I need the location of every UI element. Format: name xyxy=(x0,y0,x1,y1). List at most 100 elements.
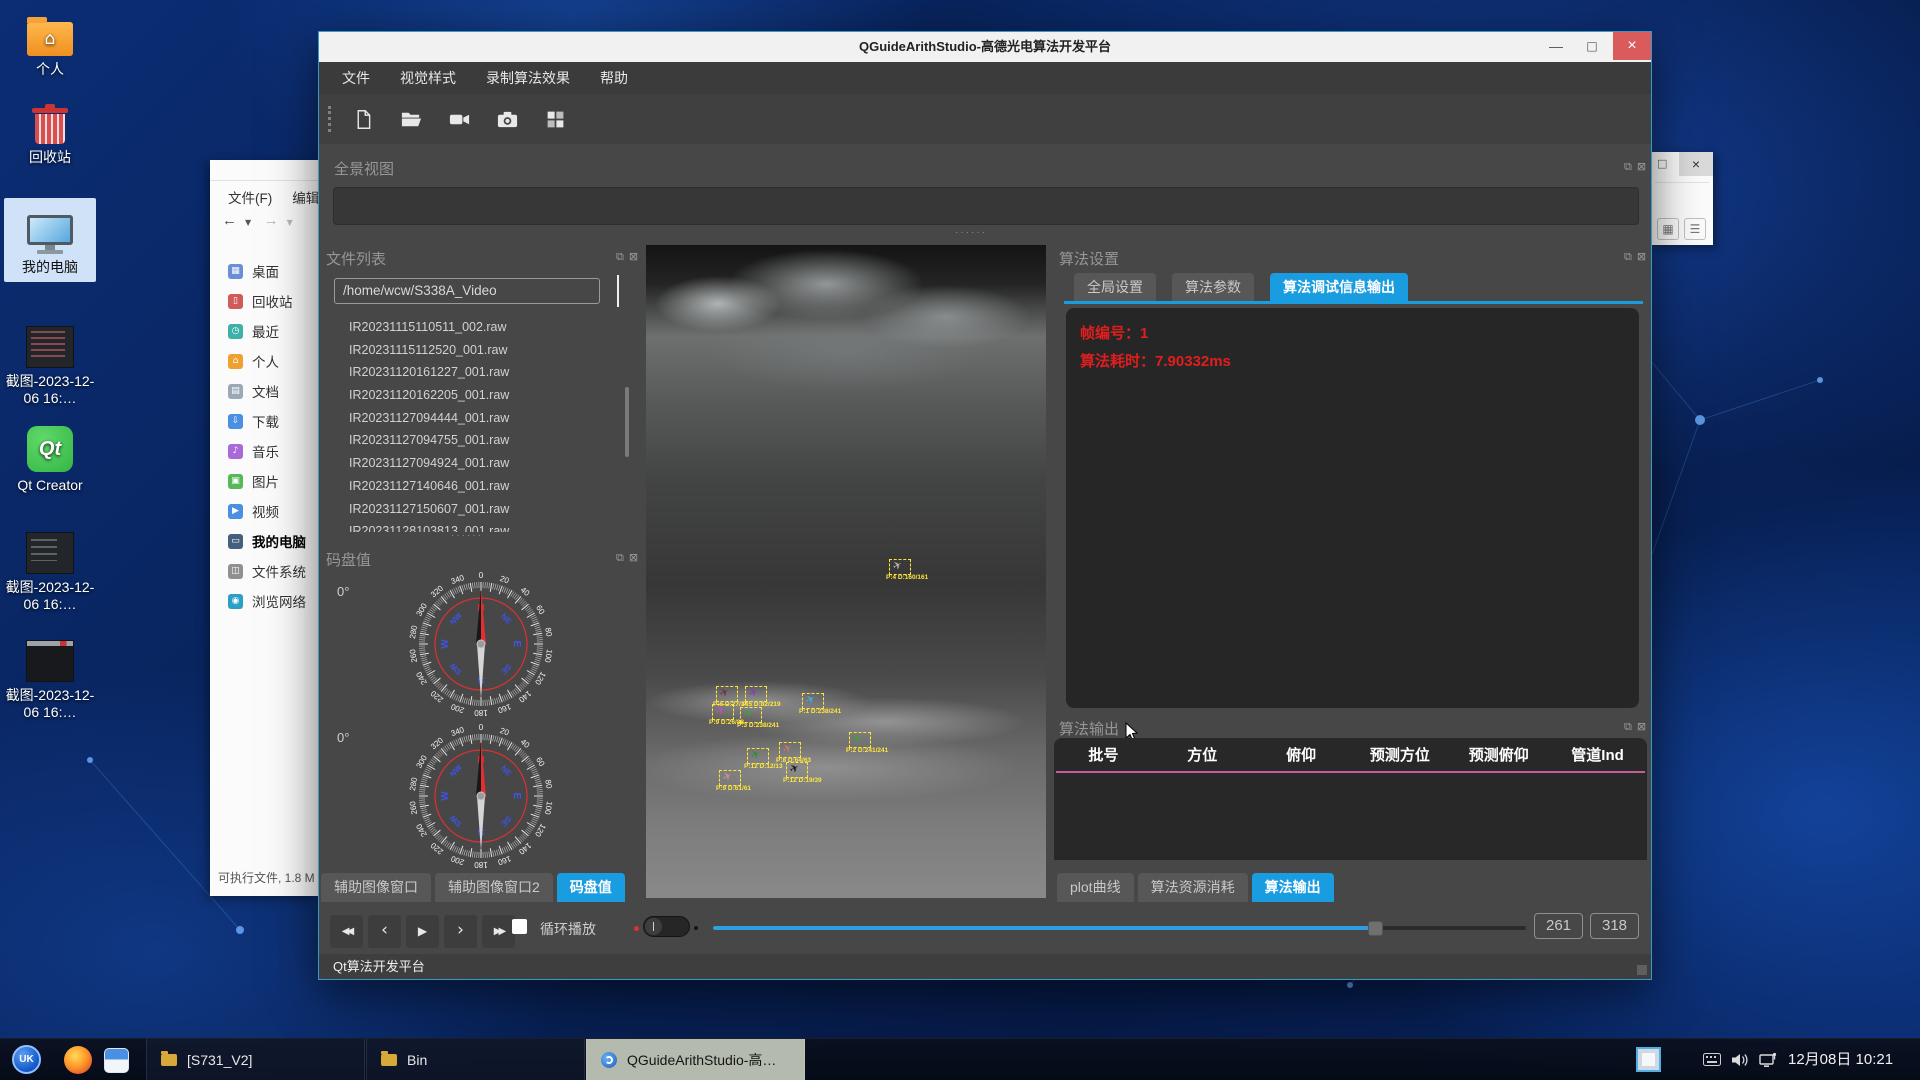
window-titlebar[interactable]: QGuideArithStudio-高德光电算法开发平台 — □ × xyxy=(319,32,1651,62)
path-input[interactable]: /home/wcw/S338A_Video xyxy=(334,278,600,304)
algo-settings-tab-1[interactable]: 算法参数 xyxy=(1172,273,1254,302)
aux-tab-0[interactable]: 辅助图像窗口 xyxy=(321,873,431,902)
file-row[interactable]: IR20231127094755_001.raw xyxy=(349,429,621,452)
next-frame-button[interactable]: › xyxy=(444,915,477,948)
input-method-tray-icon[interactable] xyxy=(1636,1047,1661,1072)
close-panel-icon[interactable]: ⊠ xyxy=(1637,720,1646,733)
close-panel-icon[interactable]: ⊠ xyxy=(1637,160,1646,173)
taskbar-clock[interactable]: 12月08日 10:21 xyxy=(1788,1039,1893,1080)
resize-grip[interactable] xyxy=(1637,965,1647,975)
toolbar-grip[interactable] xyxy=(328,106,331,132)
fm-sidebar-item-10[interactable]: ◫文件系统 xyxy=(210,556,318,586)
fm-sidebar-item-5[interactable]: ⇩下载 xyxy=(210,406,318,436)
close-panel-icon[interactable]: ⊠ xyxy=(629,551,638,564)
output-tab-1[interactable]: 算法资源消耗 xyxy=(1138,873,1248,902)
file-row[interactable]: IR20231120162205_001.raw xyxy=(349,384,621,407)
rewind-button[interactable]: ◀◀ xyxy=(330,915,363,948)
close-icon[interactable]: × xyxy=(1679,152,1713,176)
toggle-knob[interactable] xyxy=(645,918,662,935)
fm-sidebar-item-9[interactable]: ▭我的电脑 xyxy=(210,526,318,556)
close-button[interactable]: × xyxy=(1613,32,1651,60)
play-button[interactable]: ▶ xyxy=(406,915,439,948)
desktop-icon-1[interactable]: 回收站 xyxy=(4,96,96,166)
float-panel-icon[interactable]: ⧉ xyxy=(1624,250,1632,263)
fm-sidebar-item-7[interactable]: ▣图片 xyxy=(210,466,318,496)
total-frame-box[interactable]: 318 xyxy=(1590,913,1639,939)
speed-toggle[interactable] xyxy=(643,916,690,937)
fm-sidebar-item-0[interactable]: ▦桌面 xyxy=(210,256,318,286)
desktop-icon-0[interactable]: ⌂个人 xyxy=(4,8,96,78)
algo-settings-panel-controls[interactable]: ⧉⊠ xyxy=(1619,250,1646,264)
keyboard-tray-icon[interactable] xyxy=(1703,1053,1721,1066)
desktop-icon-3[interactable]: 截图-2023-12-06 16:… xyxy=(4,320,96,407)
file-row[interactable]: IR20231128103813_001.raw xyxy=(349,520,621,532)
minimize-button[interactable]: — xyxy=(1539,32,1573,60)
file-row[interactable]: IR20231127140646_001.raw xyxy=(349,475,621,498)
fm-menu-item-1[interactable]: 编辑 xyxy=(292,191,319,206)
firefox-icon[interactable] xyxy=(64,1046,92,1074)
open-folder-icon[interactable] xyxy=(393,101,429,137)
fm-sidebar-item-6[interactable]: ♪音乐 xyxy=(210,436,318,466)
file-row[interactable]: IR20231127150607_001.raw xyxy=(349,498,621,521)
fm-sidebar-item-8[interactable]: ▶视频 xyxy=(210,496,318,526)
file-list-panel-controls[interactable]: ⧉⊠ xyxy=(611,250,638,264)
loop-checkbox[interactable] xyxy=(512,919,527,934)
grid-view-icon[interactable] xyxy=(537,101,573,137)
grid-view-icon[interactable]: ▦ xyxy=(1657,218,1679,240)
fm-menu-item-0[interactable]: 文件(F) xyxy=(228,191,272,206)
close-panel-icon[interactable]: ⊠ xyxy=(629,250,638,263)
list-view-icon[interactable]: ☰ xyxy=(1684,218,1706,240)
fm-sidebar-item-2[interactable]: ◷最近 xyxy=(210,316,318,346)
file-list-scrollbar[interactable] xyxy=(625,387,629,457)
back-dropdown-icon[interactable]: ▼ xyxy=(245,218,251,227)
screenshot-camera-icon[interactable] xyxy=(489,101,525,137)
seek-slider[interactable] xyxy=(713,926,1526,930)
aux-tab-1[interactable]: 辅助图像窗口2 xyxy=(435,873,553,902)
float-panel-icon[interactable]: ⧉ xyxy=(616,250,624,263)
float-panel-icon[interactable]: ⧉ xyxy=(1624,720,1632,733)
menu-item-0[interactable]: 文件 xyxy=(327,62,385,94)
menu-item-2[interactable]: 录制算法效果 xyxy=(471,62,585,94)
desktop-icon-4[interactable]: QtQt Creator xyxy=(4,424,96,494)
current-frame-box[interactable]: 261 xyxy=(1534,913,1583,939)
algo-settings-tab-2[interactable]: 算法调试信息输出 xyxy=(1270,273,1408,302)
record-video-icon[interactable] xyxy=(441,101,477,137)
file-row[interactable]: IR20231127094444_001.raw xyxy=(349,407,621,430)
back-icon[interactable]: ← xyxy=(222,212,237,229)
float-panel-icon[interactable]: ⧉ xyxy=(616,551,624,564)
network-tray-icon[interactable] xyxy=(1759,1052,1778,1068)
forward-icon[interactable]: → xyxy=(264,212,279,229)
aux-tab-2[interactable]: 码盘值 xyxy=(557,873,625,902)
file-manager-icon[interactable] xyxy=(104,1048,129,1073)
menu-item-1[interactable]: 视觉样式 xyxy=(385,62,471,94)
taskbar-window-0[interactable]: [S731_V2] xyxy=(146,1039,365,1080)
launcher-menu-icon[interactable]: UK xyxy=(12,1045,41,1074)
new-file-icon[interactable] xyxy=(345,101,381,137)
algo-output-panel-controls[interactable]: ⧉⊠ xyxy=(1619,720,1646,734)
fast-forward-button[interactable]: ▶▶ xyxy=(482,915,515,948)
dial-panel-controls[interactable]: ⧉⊠ xyxy=(611,551,638,565)
forward-dropdown-icon[interactable]: ▼ xyxy=(287,218,293,227)
file-row[interactable]: IR20231115112520_001.raw xyxy=(349,339,621,362)
output-tab-2[interactable]: 算法输出 xyxy=(1252,873,1334,902)
output-tab-0[interactable]: plot曲线 xyxy=(1057,873,1134,902)
menu-item-3[interactable]: 帮助 xyxy=(585,62,643,94)
file-row[interactable]: IR20231120161227_001.raw xyxy=(349,361,621,384)
close-panel-icon[interactable]: ⊠ xyxy=(1637,250,1646,263)
dock-splitter[interactable] xyxy=(617,275,619,307)
slider-handle[interactable] xyxy=(1368,921,1383,936)
algo-settings-tab-0[interactable]: 全局设置 xyxy=(1074,273,1156,302)
file-row[interactable]: IR20231115110511_002.raw xyxy=(349,316,621,339)
video-frame[interactable]: ✈P:4 D:160/161✈P:6 D:27/34✈P:5 D:82/219✈… xyxy=(646,245,1046,898)
fm-sidebar-item-11[interactable]: ◉浏览网络 xyxy=(210,586,318,616)
desktop-icon-2[interactable]: 我的电脑 xyxy=(4,198,96,282)
panorama-panel-controls[interactable]: ⧉⊠ xyxy=(1619,160,1646,174)
prev-frame-button[interactable]: ‹ xyxy=(368,915,401,948)
desktop-icon-6[interactable]: 截图-2023-12-06 16:… xyxy=(4,634,96,721)
fm-sidebar-item-1[interactable]: ▯回收站 xyxy=(210,286,318,316)
file-row[interactable]: IR20231127094924_001.raw xyxy=(349,452,621,475)
fm-sidebar-item-3[interactable]: ⌂个人 xyxy=(210,346,318,376)
volume-tray-icon[interactable] xyxy=(1731,1052,1749,1068)
desktop-icon-5[interactable]: 截图-2023-12-06 16:… xyxy=(4,526,96,613)
splitter-handle-2[interactable]: ······ xyxy=(451,530,483,541)
